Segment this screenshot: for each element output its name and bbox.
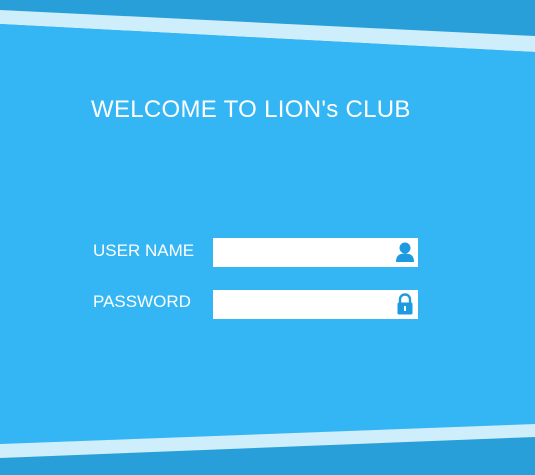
- username-input[interactable]: [213, 238, 391, 267]
- lock-icon: [394, 292, 416, 317]
- user-icon: [394, 240, 416, 265]
- username-field-container: [213, 238, 418, 267]
- page-title: WELCOME TO LION's CLUB: [91, 96, 411, 123]
- password-input[interactable]: [213, 290, 391, 319]
- login-panel: WELCOME TO LION's CLUB USER NAME PASSWOR…: [0, 0, 535, 475]
- panel-fill: [0, 24, 535, 444]
- password-field-container: [213, 290, 418, 319]
- username-label: USER NAME: [93, 241, 195, 260]
- password-label: PASSWORD: [93, 292, 191, 311]
